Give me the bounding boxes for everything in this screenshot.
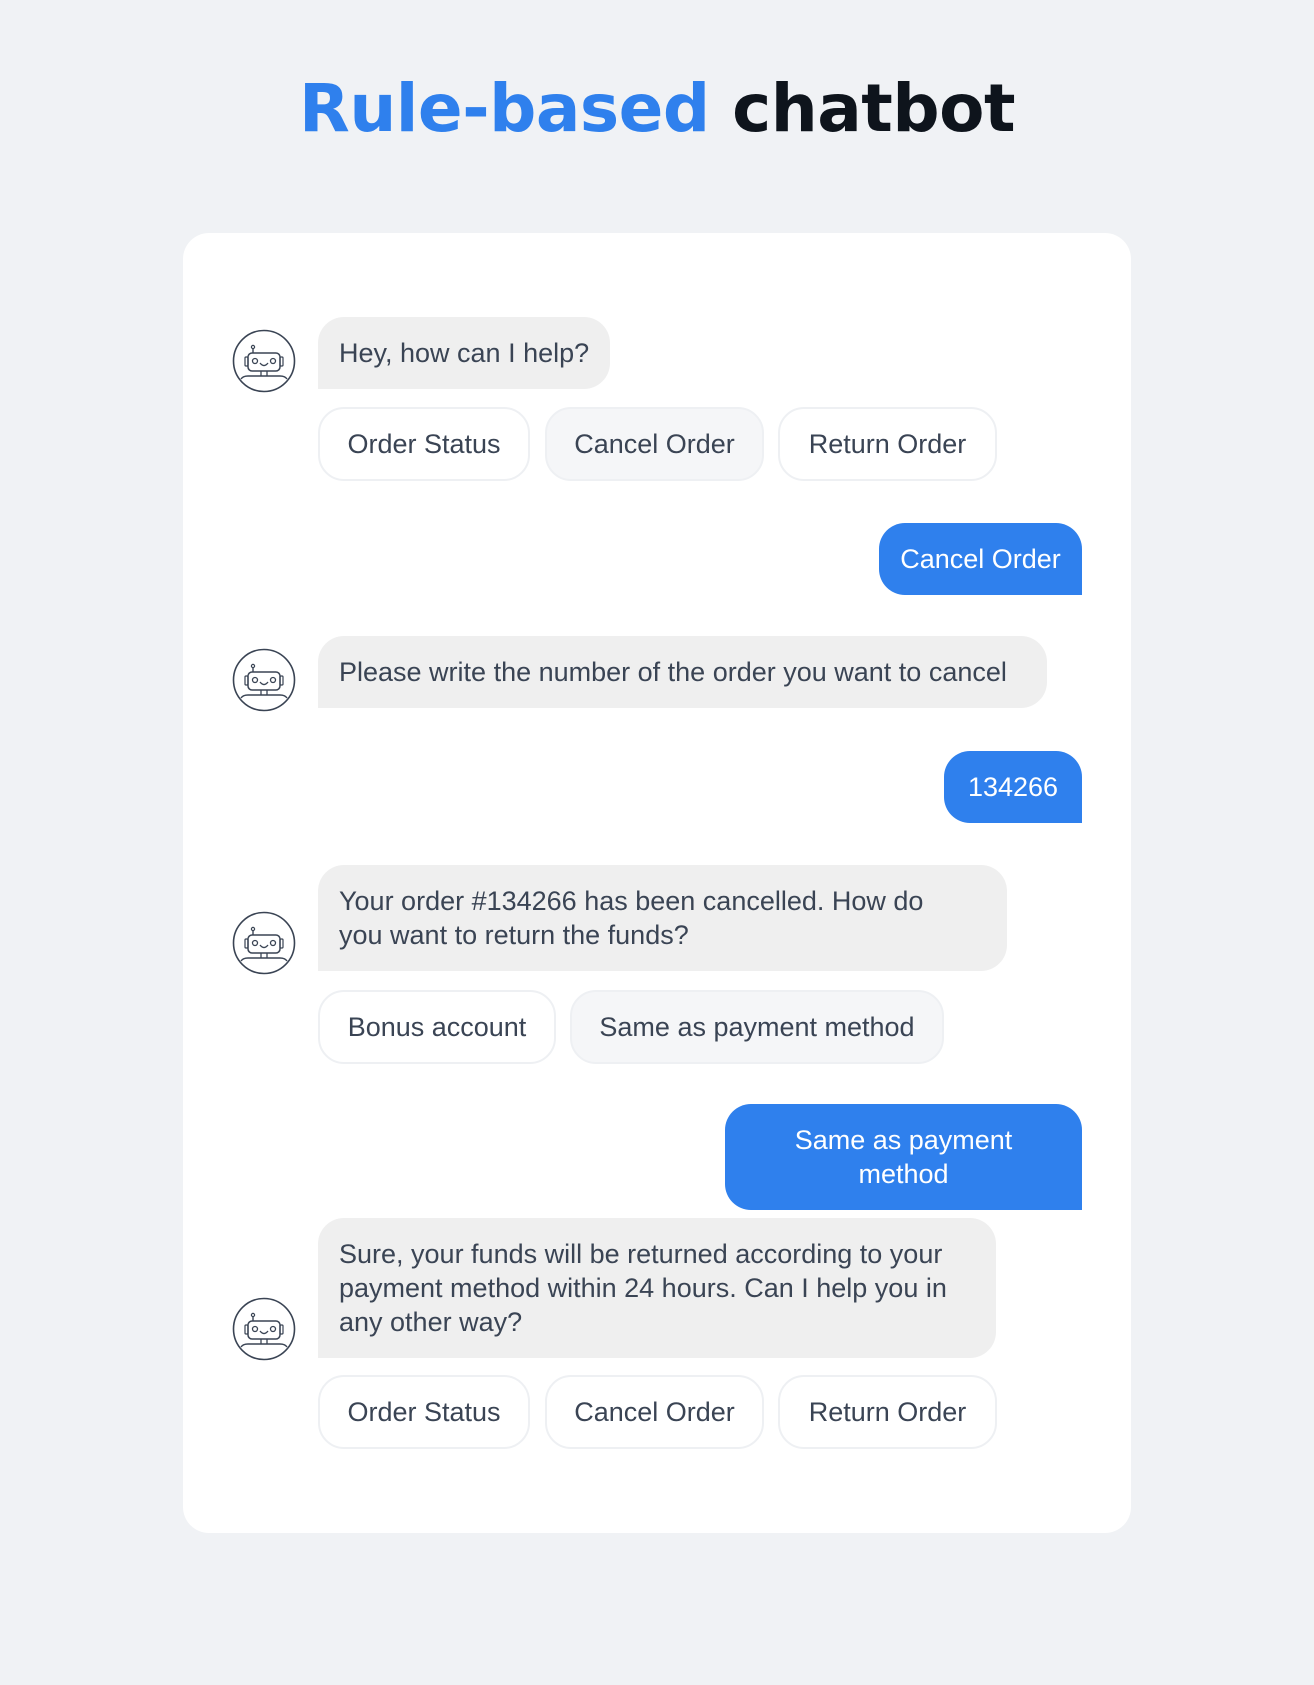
bot-message: Your order #134266 has been cancelled. H… [318, 865, 1007, 971]
option-return-order[interactable]: Return Order [778, 407, 997, 481]
option-order-status[interactable]: Order Status [318, 407, 530, 481]
bot-message-line: Your order #134266 has been cancelled. H… [339, 886, 924, 916]
option-return-order[interactable]: Return Order [778, 1375, 997, 1449]
bot-message: Sure, your funds will be returned accord… [318, 1218, 996, 1358]
bot-avatar [232, 648, 296, 712]
page-title: Rule-based chatbot [0, 70, 1314, 147]
user-message: Same as payment method [725, 1104, 1082, 1210]
bot-message-line: payment method within 24 hours. Can I he… [339, 1273, 947, 1303]
robot-icon [232, 648, 296, 712]
robot-icon [232, 1297, 296, 1361]
user-message: Cancel Order [879, 523, 1082, 595]
bot-avatar [232, 329, 296, 393]
robot-icon [232, 911, 296, 975]
option-bonus-account[interactable]: Bonus account [318, 990, 556, 1064]
bot-message-line: you want to return the funds? [339, 920, 689, 950]
option-order-status[interactable]: Order Status [318, 1375, 530, 1449]
chat-window: Hey, how can I help? Order Status Cancel… [183, 233, 1131, 1533]
bot-message-line: Sure, your funds will be returned accord… [339, 1239, 943, 1269]
bot-avatar [232, 911, 296, 975]
option-cancel-order[interactable]: Cancel Order [545, 407, 764, 481]
bot-message: Please write the number of the order you… [318, 636, 1047, 708]
title-accent: Rule-based [299, 70, 710, 147]
bot-message-line: any other way? [339, 1307, 523, 1337]
user-message: 134266 [944, 751, 1082, 823]
option-cancel-order[interactable]: Cancel Order [545, 1375, 764, 1449]
bot-message: Hey, how can I help? [318, 317, 611, 389]
title-rest: chatbot [732, 70, 1015, 147]
bot-avatar [232, 1297, 296, 1361]
robot-icon [232, 329, 296, 393]
option-same-as-payment-method[interactable]: Same as payment method [570, 990, 944, 1064]
